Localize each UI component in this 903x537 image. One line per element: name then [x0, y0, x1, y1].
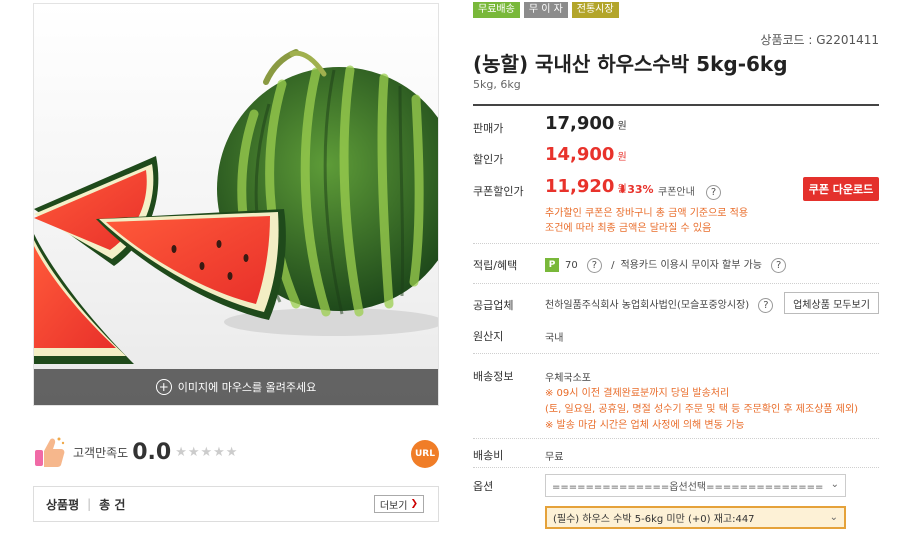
thumbs-up-icon: [33, 434, 67, 470]
watermelon-illustration: [34, 49, 438, 364]
seller-info: 천하일품주식회사 농업회사법인(모슬포중앙시장) ?: [545, 296, 774, 313]
seller-label: 공급업체: [473, 299, 514, 312]
coupon-guide[interactable]: 쿠폰안내 ?: [658, 183, 721, 200]
badge-no-interest: 무 이 자: [523, 2, 568, 18]
help-icon[interactable]: ?: [706, 184, 721, 200]
product-subtitle: 5kg, 6kg: [473, 78, 521, 91]
benefit-label: 적립/혜택: [473, 259, 518, 272]
review-count: 총 건: [99, 497, 126, 512]
help-icon[interactable]: ?: [771, 257, 787, 273]
divider: [473, 467, 879, 468]
satisfaction-score: 0.0: [132, 439, 172, 465]
help-icon[interactable]: ?: [586, 257, 602, 273]
product-badges: 무료배송 무 이 자 전통시장: [473, 2, 619, 18]
help-icon[interactable]: ?: [758, 297, 774, 313]
image-hover-hint: + 이미지에 마우스를 올려주세요: [34, 369, 438, 405]
discount-price-value: 14,900: [545, 144, 615, 165]
url-copy-button[interactable]: URL: [411, 440, 439, 468]
seller-all-products-button[interactable]: 업체상품 모두보기: [784, 292, 879, 314]
point-amount: 70: [565, 260, 578, 271]
more-button-label: 더보기: [379, 500, 408, 512]
selected-option-value: (필수) 하우스 수박 5-6kg 미만 (+0) 재고:447: [553, 514, 755, 525]
coupon-price-label: 쿠폰할인가: [473, 185, 524, 198]
selected-option[interactable]: (필수) 하우스 수박 5-6kg 미만 (+0) 재고:447 ⌄: [545, 506, 846, 529]
sale-price: 17,900 원: [545, 113, 627, 134]
benefit-separator: /: [611, 260, 615, 271]
product-title: (농할) 국내산 하우스수박 5kg-6kg: [473, 52, 788, 76]
divider: [473, 243, 879, 244]
review-summary: 상품평 | 총 건 더보기 ❯: [33, 486, 439, 522]
sale-price-unit: 원: [617, 121, 627, 132]
review-separator: |: [87, 497, 92, 511]
card-benefit-text: 적용카드 이용시 무이자 할부 가능: [620, 260, 762, 271]
coupon-note-2: 조건에 따라 최종 금액은 달라질 수 있음: [545, 223, 712, 234]
discount-price-unit: 원: [617, 152, 627, 163]
shipping-method: 우체국소포: [545, 373, 591, 384]
satisfaction-bar: 고객만족도 0.0 ★★★★★ URL: [33, 430, 439, 474]
shipping-label: 배송정보: [473, 370, 514, 383]
divider: [473, 438, 879, 439]
discount-price: 14,900 원: [545, 144, 627, 165]
coupon-download-button[interactable]: 쿠폰 다운로드: [803, 177, 879, 201]
shipping-fee-label: 배송비: [473, 449, 504, 462]
origin-value: 국내: [545, 333, 564, 344]
divider: [473, 353, 879, 354]
coupon-guide-label: 쿠폰안내: [658, 187, 695, 198]
options-label: 옵션: [473, 480, 494, 493]
coupon-price-value: 11,920: [545, 176, 615, 197]
review-more-button[interactable]: 더보기 ❯: [373, 495, 424, 513]
badge-traditional-market: 전통시장: [571, 2, 619, 18]
shipping-note-3: ※ 발송 마감 시간은 업체 사정에 의해 변동 가능: [545, 420, 745, 431]
seller-name[interactable]: 천하일품주식회사 농업회사법인(모슬포중앙시장): [545, 300, 749, 311]
product-image[interactable]: + 이미지에 마우스를 올려주세요: [33, 3, 439, 406]
zoom-plus-icon: +: [155, 379, 172, 395]
option-select[interactable]: ==============옵션선택============== ⌄: [545, 474, 846, 497]
origin-label: 원산지: [473, 330, 504, 343]
sale-price-label: 판매가: [473, 122, 504, 135]
review-title: 상품평: [46, 497, 80, 512]
point-icon: P: [545, 258, 559, 272]
title-divider: [473, 104, 879, 106]
shipping-note-1: ※ 09시 이전 결제완료분까지 당일 발송처리: [545, 388, 730, 399]
badge-free-shipping: 무료배송: [473, 2, 520, 18]
sale-price-value: 17,900: [545, 113, 615, 134]
coupon-note-1: 추가할인 쿠폰은 장바구니 총 금액 기준으로 적용: [545, 208, 749, 219]
discount-price-label: 할인가: [473, 153, 504, 166]
chevron-right-icon: ❯: [410, 499, 418, 509]
image-hint-text: 이미지에 마우스를 올려주세요: [177, 381, 317, 394]
option-select-placeholder: ==============옵션선택==============: [552, 482, 824, 493]
shipping-fee: 무료: [545, 452, 564, 463]
shipping-note-2: (토, 일요일, 공휴일, 명절 성수기 주문 및 택 등 주문확인 후 제조상…: [545, 404, 859, 415]
coupon-price: 11,920 원: [545, 176, 627, 197]
chevron-down-icon: ⌄: [829, 512, 838, 523]
star-rating: ★★★★★: [175, 444, 239, 460]
divider: [473, 283, 879, 284]
satisfaction-label: 고객만족도: [73, 445, 129, 460]
chevron-down-icon: ⌄: [830, 479, 839, 490]
product-code: 상품코드 : G2201411: [760, 33, 879, 47]
discount-rate: ⬇33%: [618, 183, 654, 196]
benefit-info: P 70 ? / 적용카드 이용시 무이자 할부 가능 ?: [545, 256, 787, 273]
